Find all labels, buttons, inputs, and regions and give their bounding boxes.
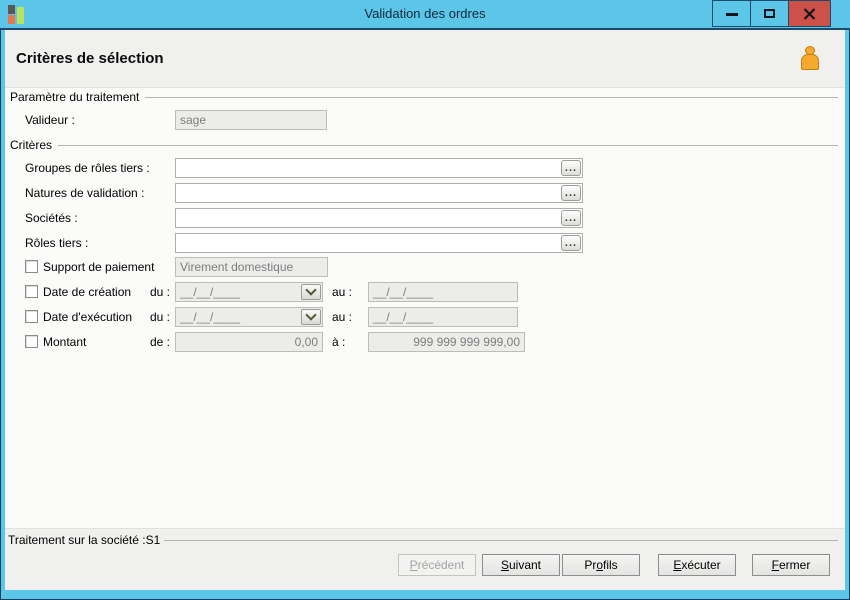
suivant-button[interactable]: Suivant <box>482 554 560 576</box>
person-icon <box>798 45 822 72</box>
footer: Traitement sur la société :S1 Précédent … <box>5 528 845 590</box>
page-title: Critères de sélection <box>16 50 164 67</box>
titlebar[interactable]: Validation des ordres <box>0 0 850 30</box>
checkbox-label: Date de création <box>43 285 132 299</box>
date-creation-to-field[interactable]: __/__/____ <box>368 282 518 302</box>
to-label: au : <box>332 285 353 299</box>
montant-to-field[interactable]: 999 999 999 999,00 <box>368 332 525 352</box>
status-row: Traitement sur la société :S1 <box>8 533 838 547</box>
browse-button[interactable]: ... <box>561 160 581 176</box>
checkbox-label: Montant <box>43 335 87 349</box>
field-label: Natures de validation : <box>25 186 145 200</box>
browse-button[interactable]: ... <box>561 210 581 226</box>
ellipsis-icon: ... <box>564 212 578 224</box>
natures-validation-input[interactable]: ... <box>175 183 583 203</box>
from-label: du : <box>150 285 171 299</box>
field-label: Sociétés : <box>25 211 78 225</box>
valideur-row: Valideur : sage <box>5 110 845 130</box>
montant-from-field[interactable]: 0,00 <box>175 332 323 352</box>
support-paiement-row: Support de paiement Virement domestique <box>5 257 845 277</box>
chevron-down-icon <box>305 284 317 296</box>
date-execution-from-combo[interactable]: __/__/____ <box>175 307 323 327</box>
header-band: Critères de sélection <box>5 30 845 88</box>
form-area: Paramètre du traitement Valideur : sage … <box>5 88 845 528</box>
checkbox-label: Support de paiement <box>43 260 155 274</box>
group-criteres: Critères <box>10 137 838 152</box>
from-label: du : <box>150 310 171 324</box>
lookup-row-natures-validation: Natures de validation : ... <box>5 183 845 203</box>
caption-buttons <box>712 0 831 27</box>
group-line <box>145 96 838 98</box>
executer-button[interactable]: Exécuter <box>658 554 736 576</box>
from-label: de : <box>150 335 171 349</box>
browse-button[interactable]: ... <box>561 185 581 201</box>
status-line <box>164 540 838 541</box>
dialog-window: Validation des ordres Critères de sélect… <box>0 0 850 600</box>
date-execution-row: Date d'exécution du : __/__/____ au : __… <box>5 307 845 327</box>
precedent-button: Précédent <box>398 554 476 576</box>
lookup-row-roles-tiers: Rôles tiers : ... <box>5 233 845 253</box>
checkbox-date-execution[interactable] <box>25 310 38 323</box>
group-parametre: Paramètre du traitement <box>10 89 838 104</box>
lookup-row-groupes-roles-tiers: Groupes de rôles tiers : ... <box>5 158 845 178</box>
minimize-button[interactable] <box>712 0 751 27</box>
dropdown-button[interactable] <box>301 309 321 325</box>
valideur-field[interactable]: sage <box>175 110 327 130</box>
status-text: Traitement sur la société :S1 <box>8 533 161 547</box>
field-label: Groupes de rôles tiers : <box>25 161 150 175</box>
group-line <box>58 144 838 146</box>
field-label: Rôles tiers : <box>25 236 89 250</box>
date-creation-from-combo[interactable]: __/__/____ <box>175 282 323 302</box>
support-paiement-field[interactable]: Virement domestique <box>175 257 328 277</box>
checkbox-label: Date d'exécution <box>43 310 133 324</box>
montant-row: Montant de : 0,00 à : 999 999 999 999,00 <box>5 332 845 352</box>
ellipsis-icon: ... <box>564 237 578 249</box>
ellipsis-icon: ... <box>564 187 578 199</box>
to-label: à : <box>332 335 346 349</box>
date-creation-row: Date de création du : __/__/____ au : __… <box>5 282 845 302</box>
groupes-roles-tiers-input[interactable]: ... <box>175 158 583 178</box>
date-execution-to-field[interactable]: __/__/____ <box>368 307 518 327</box>
browse-button[interactable]: ... <box>561 235 581 251</box>
valideur-label: Valideur : <box>25 113 75 127</box>
close-icon <box>803 7 816 20</box>
maximize-icon <box>764 9 775 18</box>
maximize-button[interactable] <box>750 0 789 27</box>
to-label: au : <box>332 310 353 324</box>
profils-button[interactable]: Profils <box>562 554 640 576</box>
fermer-button[interactable]: Fermer <box>752 554 830 576</box>
checkbox-date-creation[interactable] <box>25 285 38 298</box>
minimize-icon <box>725 13 738 16</box>
group-label: Critères <box>10 137 53 152</box>
societes-input[interactable]: ... <box>175 208 583 228</box>
dialog-client-area: Critères de sélection Paramètre du trait… <box>5 30 845 590</box>
close-button[interactable] <box>788 0 831 27</box>
lookup-row-societes: Sociétés : ... <box>5 208 845 228</box>
checkbox-support-paiement[interactable] <box>25 260 38 273</box>
ellipsis-icon: ... <box>564 162 578 174</box>
chevron-down-icon <box>305 309 317 321</box>
dropdown-button[interactable] <box>301 284 321 300</box>
checkbox-montant[interactable] <box>25 335 38 348</box>
group-label: Paramètre du traitement <box>10 89 140 104</box>
roles-tiers-input[interactable]: ... <box>175 233 583 253</box>
